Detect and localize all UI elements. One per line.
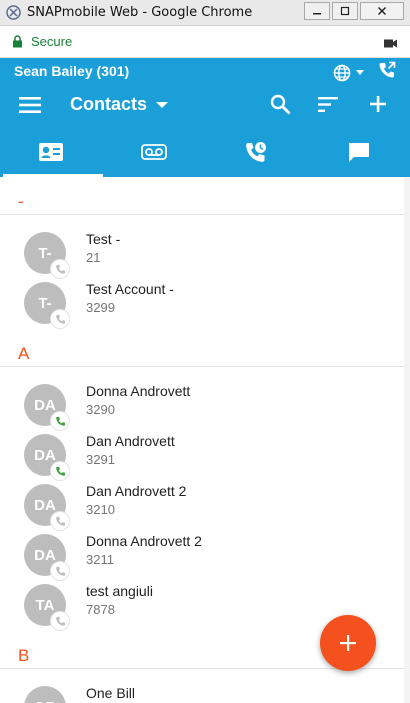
maximize-icon <box>340 6 350 16</box>
contact-name: Donna Androvett 2 <box>86 533 202 549</box>
window-title: SNAPmobile Web - Google Chrome <box>27 5 253 20</box>
contact-list-item[interactable]: DA Donna Androvett 3290 <box>0 381 404 431</box>
camera-icon[interactable] <box>384 36 398 54</box>
section-header: - <box>0 177 404 215</box>
contact-name: One Bill <box>86 685 136 701</box>
presence-phone-icon <box>50 411 70 431</box>
user-bar-actions <box>333 61 396 84</box>
contact-extension: 3299 <box>86 300 115 315</box>
add-icon[interactable] <box>368 94 388 119</box>
contact-list-item[interactable]: T- Test Account -3299 <box>0 279 404 329</box>
contact-list-item[interactable]: T- Test -21 <box>0 229 404 279</box>
contact-extension: 3290 <box>86 402 115 417</box>
chevron-down-icon <box>156 101 169 108</box>
app-bar: Contacts <box>0 84 410 126</box>
chevron-down-icon <box>356 70 364 75</box>
chat-icon <box>348 142 369 162</box>
call-forward-icon[interactable] <box>378 61 396 84</box>
scrollbar[interactable] <box>404 177 410 703</box>
presence-phone-icon <box>50 461 70 481</box>
window-titlebar: SNAPmobile Web - Google Chrome <box>0 0 410 26</box>
minimize-button[interactable] <box>304 2 330 20</box>
contact-card-icon <box>39 142 64 161</box>
contact-extension: 21 <box>86 250 101 265</box>
close-icon <box>378 7 386 15</box>
user-bar: Sean Bailey (301) <box>0 58 410 84</box>
contact-name: Test - <box>86 231 121 247</box>
contact-name: Test Account - <box>86 281 174 297</box>
avatar: OB <box>24 686 66 703</box>
contact-name: Dan Androvett <box>86 433 175 449</box>
contact-name: test angiuli <box>86 583 153 599</box>
presence-phone-icon <box>50 259 70 279</box>
contact-list-item[interactable]: DA Donna Androvett 2 3211 <box>0 531 404 581</box>
tab-chat[interactable] <box>308 126 410 177</box>
section-header: A <box>0 329 404 367</box>
contact-list-item[interactable]: DA Dan Androvett 3291 <box>0 431 404 481</box>
hamburger-menu-icon[interactable] <box>19 97 41 118</box>
lock-icon[interactable] <box>12 35 24 49</box>
app-logo-icon <box>5 5 21 21</box>
contact-extension: 7878 <box>86 602 115 617</box>
maximize-button[interactable] <box>332 2 358 20</box>
tab-contacts[interactable] <box>0 126 103 177</box>
close-button[interactable] <box>360 2 404 20</box>
page-title: Contacts <box>70 94 148 114</box>
new-contact-fab[interactable] <box>320 615 376 671</box>
secure-label[interactable]: Secure <box>31 34 72 49</box>
plus-icon <box>340 635 356 651</box>
contacts-view-dropdown[interactable]: Contacts <box>70 94 169 115</box>
presence-phone-icon <box>50 561 70 581</box>
language-selector[interactable] <box>333 64 364 82</box>
window-controls <box>302 2 404 20</box>
contact-extension: 3211 <box>86 552 114 567</box>
voicemail-icon <box>140 143 167 160</box>
tab-voicemail[interactable] <box>103 126 206 177</box>
tab-bar <box>0 126 410 177</box>
tab-call-history[interactable] <box>205 126 308 177</box>
address-bar: Secure <box>0 26 410 58</box>
contact-extension: 3210 <box>86 502 115 517</box>
contact-name: Dan Androvett 2 <box>86 483 187 499</box>
contact-name: Donna Androvett <box>86 383 191 399</box>
sort-icon[interactable] <box>318 97 338 117</box>
presence-phone-icon <box>50 309 70 329</box>
contact-list-item[interactable]: OB One Bill <box>0 683 404 703</box>
contact-list-item[interactable]: DA Dan Androvett 2 3210 <box>0 481 404 531</box>
presence-phone-icon <box>50 511 70 531</box>
contact-extension: 3291 <box>86 452 115 467</box>
minimize-icon <box>313 13 321 15</box>
search-icon[interactable] <box>270 94 291 120</box>
presence-phone-icon <box>50 611 70 631</box>
user-name[interactable]: Sean Bailey (301) <box>14 63 129 79</box>
globe-icon <box>333 64 351 81</box>
call-history-icon <box>246 141 267 162</box>
